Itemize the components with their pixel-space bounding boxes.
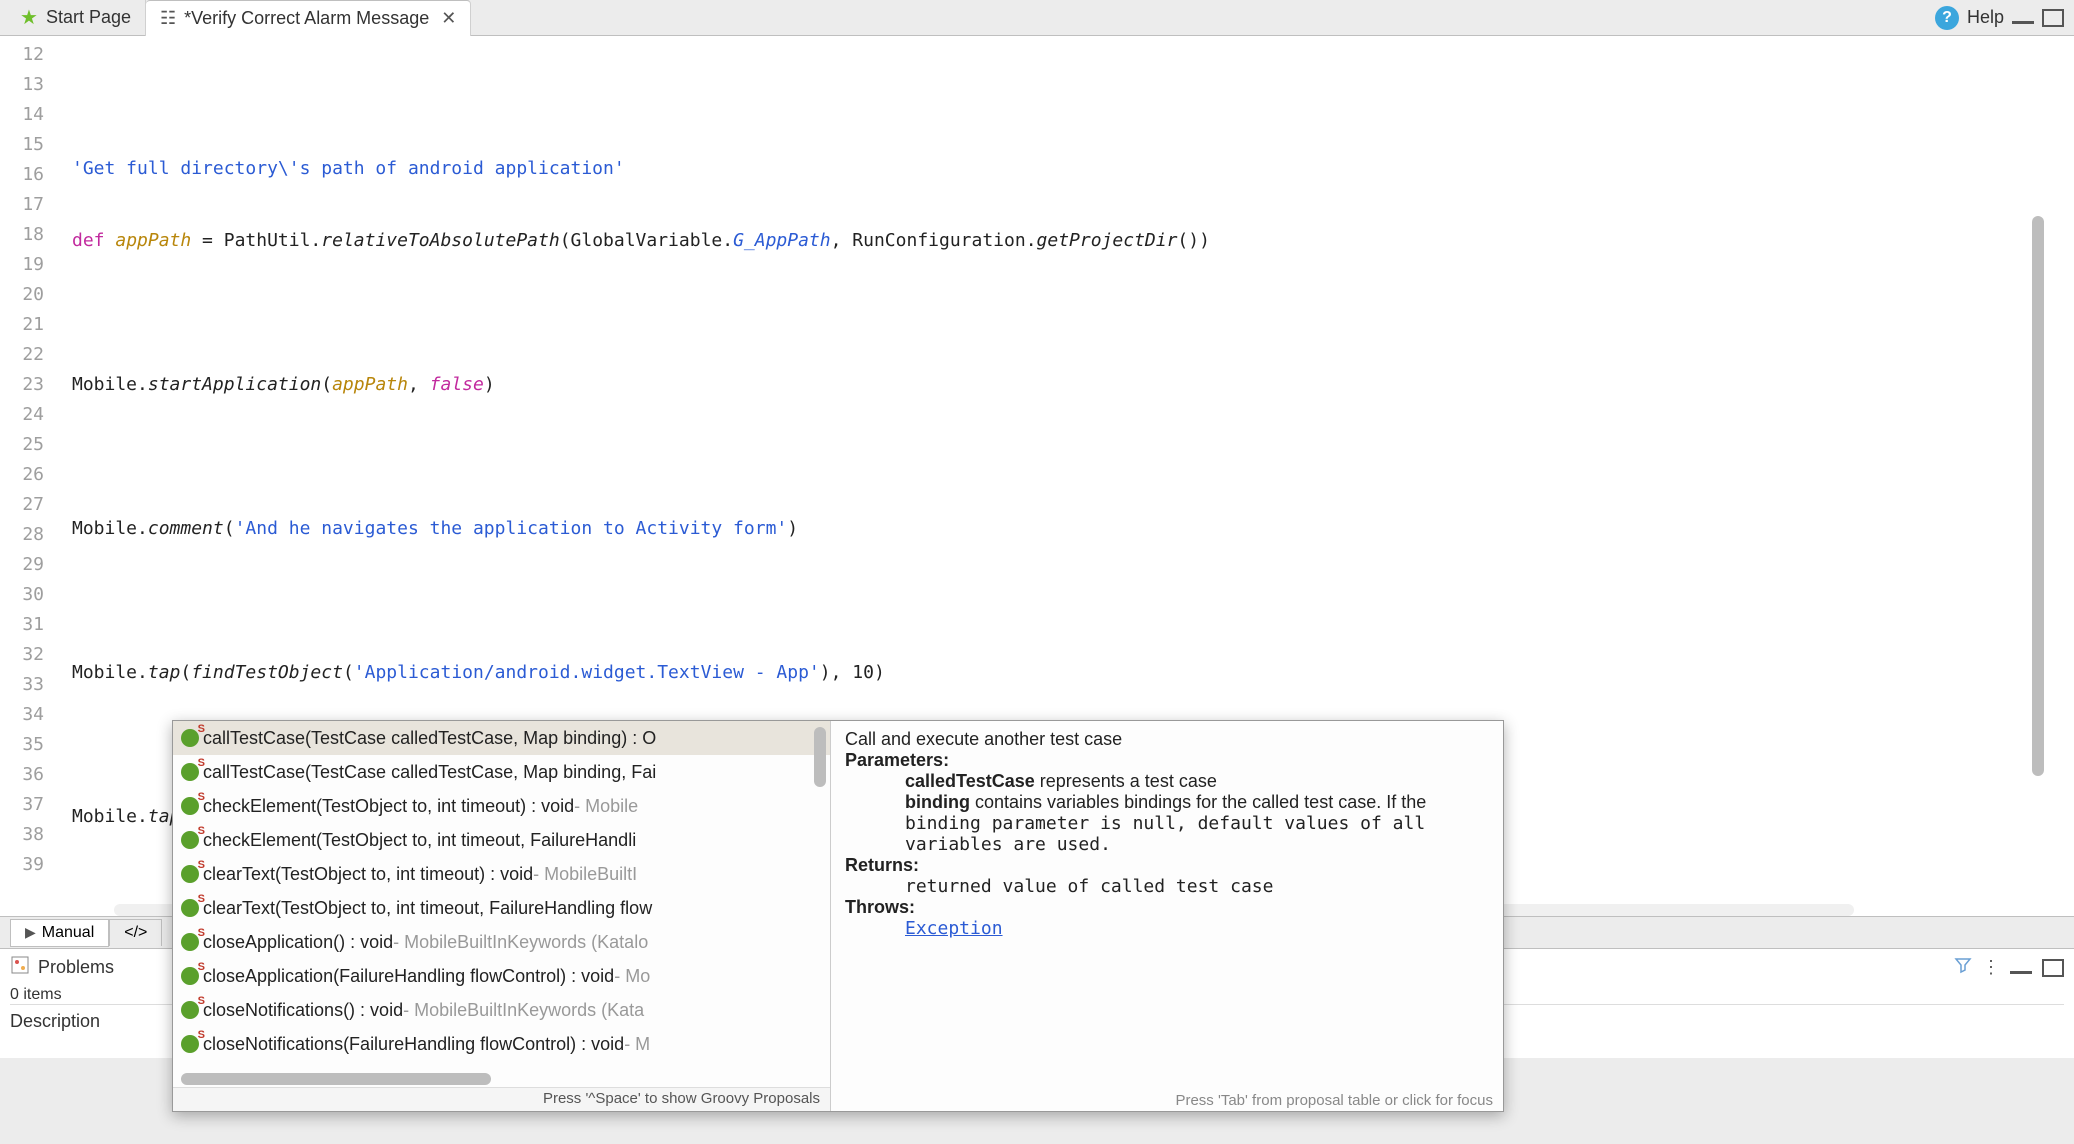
tab-label: *Verify Correct Alarm Message: [184, 8, 429, 29]
autocomplete-item[interactable]: closeApplication(FailureHandling flowCon…: [173, 959, 830, 993]
filter-icon[interactable]: [1954, 956, 1972, 979]
method-icon: [181, 729, 199, 747]
autocomplete-item[interactable]: closeNotifications() : void - MobileBuil…: [173, 993, 830, 1027]
autocomplete-popup: callTestCase(TestCase calledTestCase, Ma…: [172, 720, 1504, 1112]
code-icon: </>: [124, 924, 147, 942]
editor-tab-bar: ★ Start Page ☷ *Verify Correct Alarm Mes…: [0, 0, 2074, 36]
autocomplete-item[interactable]: checkElement(TestObject to, int timeout,…: [173, 823, 830, 857]
maximize-icon[interactable]: [2042, 9, 2064, 27]
doc-throws-label: Throws:: [845, 897, 915, 917]
method-icon: [181, 831, 199, 849]
problems-icon: [10, 955, 30, 980]
tab-manual[interactable]: ▶ Manual: [10, 919, 109, 947]
autocomplete-item[interactable]: clearText(TestObject to, int timeout, Fa…: [173, 891, 830, 925]
doc-params-label: Parameters:: [845, 750, 949, 770]
autocomplete-item[interactable]: callTestCase(TestCase calledTestCase, Ma…: [173, 755, 830, 789]
tab-script[interactable]: </>: [109, 919, 162, 946]
minimize-icon[interactable]: [2012, 12, 2034, 24]
autocomplete-item[interactable]: closeApplication() : void - MobileBuiltI…: [173, 925, 830, 959]
autocomplete-doc: Call and execute another test case Param…: [831, 721, 1503, 1111]
line-gutter: 12131415 16171819 20212223 24252627 2829…: [0, 36, 54, 916]
method-icon: [181, 933, 199, 951]
help-label[interactable]: Help: [1967, 7, 2004, 28]
method-icon: [181, 763, 199, 781]
star-icon: ★: [20, 5, 38, 30]
autocomplete-footer-left: Press '^Space' to show Groovy Proposals: [173, 1087, 830, 1111]
method-icon: [181, 1001, 199, 1019]
play-icon: ▶: [25, 924, 36, 941]
autocomplete-item[interactable]: closeNotifications(FailureHandling flowC…: [173, 1027, 830, 1061]
method-icon: [181, 865, 199, 883]
help-icon[interactable]: ?: [1935, 6, 1959, 30]
autocomplete-list[interactable]: callTestCase(TestCase calledTestCase, Ma…: [173, 721, 831, 1111]
maximize-panel-icon[interactable]: [2042, 959, 2064, 977]
test-case-icon: ☷: [160, 8, 176, 29]
tab-label: Start Page: [46, 7, 131, 28]
autocomplete-item[interactable]: callTestCase(TestCase calledTestCase, Ma…: [173, 721, 830, 755]
close-icon[interactable]: ✕: [441, 8, 456, 29]
autocomplete-hscroll[interactable]: [181, 1073, 491, 1085]
autocomplete-vscroll[interactable]: [814, 727, 826, 787]
method-icon: [181, 967, 199, 985]
tab-label: Manual: [42, 924, 94, 942]
doc-title: Call and execute another test case: [845, 729, 1489, 750]
minimize-panel-icon[interactable]: [2010, 962, 2032, 974]
vertical-scrollbar[interactable]: [2032, 96, 2044, 856]
doc-returns-label: Returns:: [845, 855, 919, 875]
scrollbar-thumb[interactable]: [2032, 216, 2044, 776]
header-right: ? Help: [1935, 6, 2074, 30]
code-text: 'Get full directory\'s path of android a…: [72, 158, 625, 179]
tab-verify-alarm[interactable]: ☷ *Verify Correct Alarm Message ✕: [146, 0, 471, 36]
method-icon: [181, 797, 199, 815]
problems-title: Problems: [38, 957, 114, 978]
tab-start-page[interactable]: ★ Start Page: [6, 0, 146, 36]
autocomplete-item[interactable]: clearText(TestObject to, int timeout) : …: [173, 857, 830, 891]
autocomplete-footer-right: Press 'Tab' from proposal table or click…: [1165, 1090, 1503, 1111]
method-icon: [181, 1035, 199, 1053]
autocomplete-item[interactable]: checkElement(TestObject to, int timeout)…: [173, 789, 830, 823]
menu-icon[interactable]: ⋮: [1982, 957, 2000, 978]
method-icon: [181, 899, 199, 917]
exception-link[interactable]: Exception: [905, 918, 1003, 939]
